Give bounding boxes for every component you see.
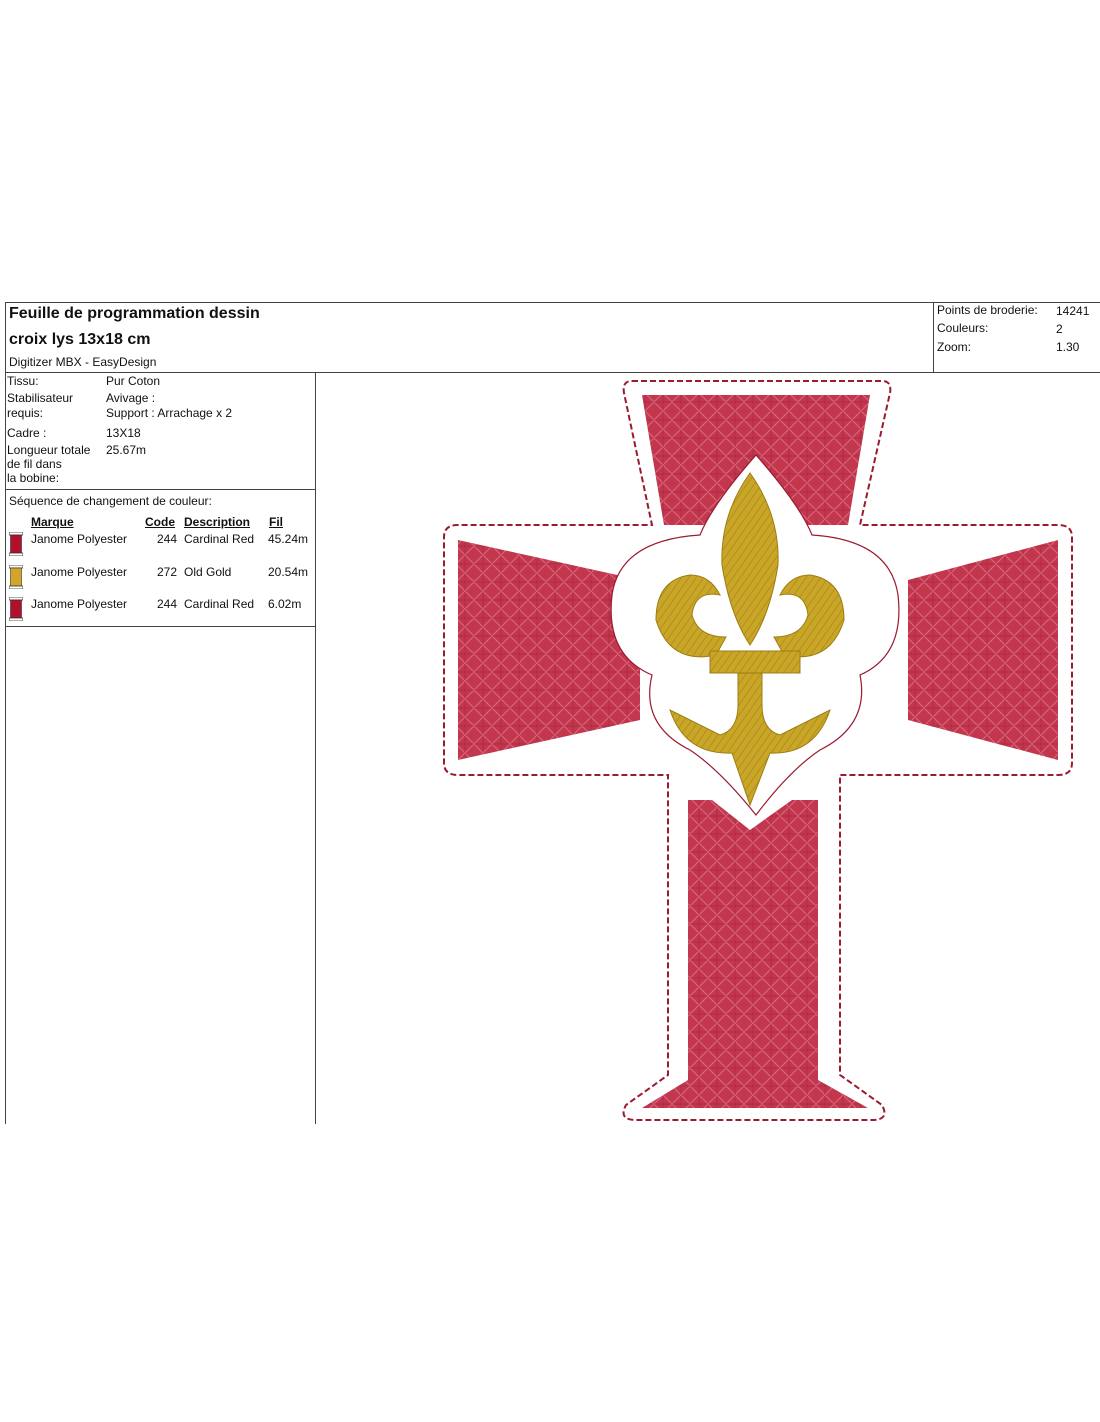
- col-header-code: Code: [145, 515, 175, 529]
- row1-brand: Janome Polyester: [31, 532, 128, 546]
- col-header-description: Description: [184, 515, 251, 529]
- stabilizer-label: Stabilisateur: [7, 391, 74, 405]
- thread-length-label-3: la bobine:: [7, 471, 60, 485]
- zoom-label: Zoom:: [937, 340, 972, 354]
- software-name: Digitizer MBX - EasyDesign: [9, 355, 157, 369]
- left-border: [5, 302, 6, 1124]
- col-header-thread: Fil: [269, 515, 283, 529]
- thread-spool-icon: [9, 597, 23, 621]
- header-bottom-line: [5, 372, 1100, 373]
- stitch-count-value: 14241: [1056, 304, 1090, 318]
- embroidery-design-preview: [443, 380, 1073, 1121]
- row3-brand: Janome Polyester: [31, 597, 128, 611]
- row2-description: Old Gold: [184, 565, 232, 579]
- stats-divider: [933, 302, 934, 373]
- thread-length-label: Longueur totale: [7, 443, 91, 457]
- row2-thread: 20.54m: [268, 565, 309, 579]
- row3-code: 244: [157, 597, 178, 611]
- row3-description: Cardinal Red: [184, 597, 255, 611]
- col-header-brand: Marque: [31, 515, 74, 529]
- stitch-count-label: Points de broderie:: [937, 303, 1038, 317]
- thread-length-value: 25.67m: [106, 443, 147, 457]
- sheet-title-line1: Feuille de programmation dessin: [9, 305, 260, 322]
- fabric-value: Pur Coton: [106, 374, 161, 388]
- row3-thread: 6.02m: [268, 597, 302, 611]
- sheet-title-line2: croix lys 13x18 cm: [9, 331, 151, 348]
- sequence-title: Séquence de changement de couleur:: [9, 494, 212, 508]
- left-panel-divider: [315, 372, 316, 1124]
- stabilizer-value: Avivage :: [106, 391, 156, 405]
- thread-spool-icon: [9, 532, 23, 556]
- hoop-value: 13X18: [106, 426, 141, 440]
- thread-spool-icon: [9, 565, 23, 589]
- row1-code: 244: [157, 532, 178, 546]
- hoop-label: Cadre :: [7, 426, 47, 440]
- stabilizer-label-2: requis:: [7, 406, 44, 420]
- row1-thread: 45.24m: [268, 532, 309, 546]
- fabric-label: Tissu:: [7, 374, 39, 388]
- stabilizer-value-2: Support : Arrachage x 2: [106, 406, 233, 420]
- row2-code: 272: [157, 565, 178, 579]
- sequence-bottom-line: [5, 626, 315, 627]
- row1-description: Cardinal Red: [184, 532, 255, 546]
- info-bottom-line: [5, 489, 315, 490]
- thread-length-label-2: de fil dans: [7, 457, 62, 471]
- color-count-value: 2: [1056, 322, 1063, 336]
- zoom-value: 1.30: [1056, 340, 1080, 354]
- color-count-label: Couleurs:: [937, 321, 989, 335]
- row2-brand: Janome Polyester: [31, 565, 128, 579]
